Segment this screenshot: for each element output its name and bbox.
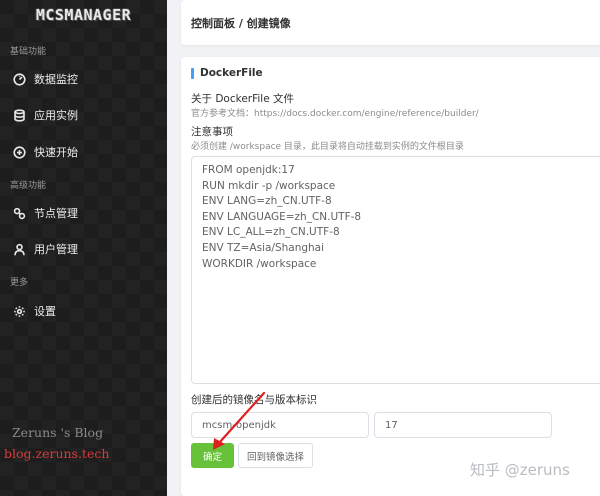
zhihu-watermark: 知乎 @zeruns — [470, 461, 570, 479]
user-icon — [12, 242, 26, 256]
sidebar-item-label: 用户管理 — [34, 243, 78, 256]
dockerfile-line: ENV LANGUAGE=zh_CN.UTF-8 — [202, 210, 362, 223]
sidebar-item-label: 应用实例 — [34, 109, 78, 122]
dockerfile-line: WORKDIR /workspace — [202, 257, 317, 270]
image-name-value: mcsm-openjdk — [202, 419, 276, 431]
sidebar-item-label: 节点管理 — [34, 207, 78, 220]
sidebar-item-users[interactable]: 用户管理 — [0, 231, 167, 267]
plus-circle-icon — [12, 145, 26, 159]
about-title: 关于 DockerFile 文件 — [191, 93, 295, 105]
notice-title: 注意事项 — [191, 126, 233, 138]
sidebar: MCSMANAGER 基础功能 数据监控 应用实例 快速开始 高级功能 节点管理… — [0, 0, 167, 496]
nav-section-more: 更多 — [10, 278, 29, 288]
breadcrumb-card: 控制面板 / 创建镜像 — [181, 0, 600, 45]
dockerfile-section-title: DockerFile — [191, 67, 263, 79]
app-logo[interactable]: MCSMANAGER — [0, 0, 167, 30]
image-tag-value: 17 — [385, 419, 398, 431]
dockerfile-card: DockerFile 关于 DockerFile 文件 官方参考文档：https… — [181, 57, 600, 496]
database-icon — [12, 108, 26, 122]
section-title-text: DockerFile — [200, 67, 263, 79]
dockerfile-line: RUN mkdir -p /workspace — [202, 179, 336, 192]
sidebar-item-settings[interactable]: 设置 — [0, 293, 167, 329]
nav-section-basic: 基础功能 — [10, 47, 47, 57]
gear-icon — [12, 304, 26, 318]
dockerfile-line: ENV LC_ALL=zh_CN.UTF-8 — [202, 226, 340, 239]
image-name-label: 创建后的镜像名与版本标识 — [191, 394, 317, 406]
confirm-button[interactable]: 确定 — [191, 443, 234, 468]
breadcrumb: 控制面板 / 创建镜像 — [191, 17, 291, 30]
dockerfile-line: ENV LANG=zh_CN.UTF-8 — [202, 195, 332, 208]
sidebar-item-quick-start[interactable]: 快速开始 — [0, 134, 167, 170]
blog-watermark: Zeruns 's Blog — [12, 425, 104, 440]
nodes-icon — [12, 206, 26, 220]
title-accent-bar — [191, 67, 194, 79]
sidebar-item-instances[interactable]: 应用实例 — [0, 97, 167, 133]
dashboard-icon — [12, 72, 26, 86]
image-tag-input[interactable]: 17 — [374, 412, 552, 438]
site-watermark: blog.zeruns.tech — [4, 446, 110, 461]
sidebar-item-data-monitor[interactable]: 数据监控 — [0, 61, 167, 97]
sidebar-item-label: 快速开始 — [34, 146, 78, 159]
dockerfile-line: FROM openjdk:17 — [202, 164, 295, 176]
sidebar-item-label: 设置 — [34, 305, 56, 318]
about-desc: 官方参考文档：https://docs.docker.com/engine/re… — [191, 109, 479, 119]
notice-desc: 必须创建 /workspace 目录，此目录将自动挂载到实例的文件根目录 — [191, 142, 464, 152]
sidebar-item-nodes[interactable]: 节点管理 — [0, 195, 167, 231]
nav-section-advanced: 高级功能 — [10, 181, 47, 191]
sidebar-item-label: 数据监控 — [34, 73, 78, 86]
image-name-input[interactable]: mcsm-openjdk — [191, 412, 369, 438]
dockerfile-line: ENV TZ=Asia/Shanghai — [202, 241, 325, 254]
app-logo-text: MCSMANAGER — [35, 6, 132, 24]
back-to-image-select-button[interactable]: 回到镜像选择 — [238, 443, 313, 468]
dockerfile-editor[interactable]: FROM openjdk:17 RUN mkdir -p /workspace … — [191, 156, 600, 384]
